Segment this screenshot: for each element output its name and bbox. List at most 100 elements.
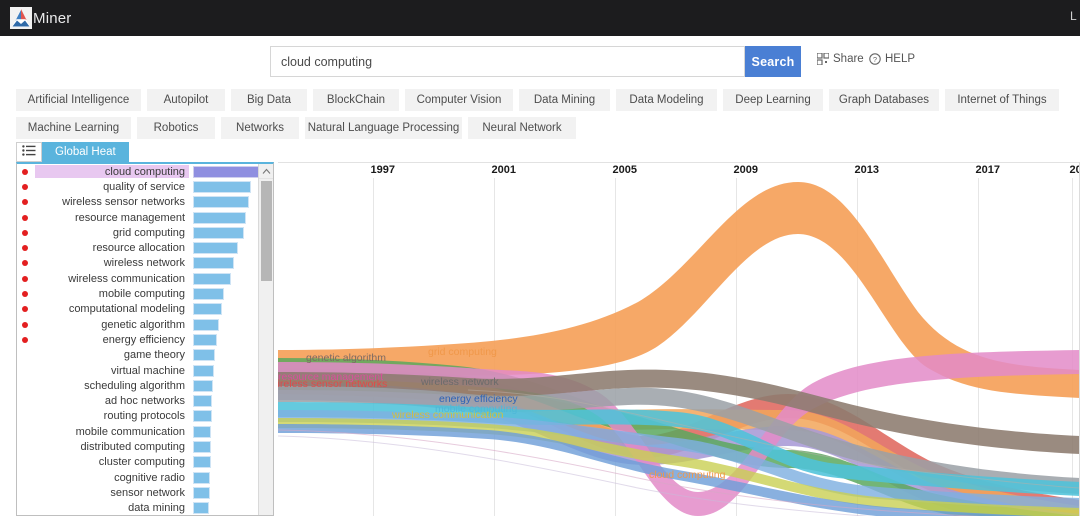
keyword-list-scrollbar[interactable] bbox=[258, 164, 273, 515]
topic-tag-robotics[interactable]: Robotics bbox=[137, 117, 215, 139]
keyword-label: mobile communication bbox=[75, 425, 185, 438]
keyword-label-wrap: wireless sensor networks bbox=[35, 196, 189, 209]
keyword-label-wrap: quality of service bbox=[35, 180, 189, 193]
keyword-row[interactable]: energy efficiency bbox=[17, 332, 259, 347]
tab-global-heat[interactable]: Global Heat bbox=[42, 142, 129, 162]
scroll-up-button[interactable] bbox=[259, 164, 273, 179]
keyword-label: virtual machine bbox=[111, 364, 185, 377]
keyword-frequency-bar bbox=[193, 456, 211, 469]
keyword-label-wrap: cognitive radio bbox=[35, 471, 189, 484]
keyword-label-wrap: energy efficiency bbox=[35, 333, 189, 346]
keyword-row[interactable]: game theory bbox=[17, 348, 259, 363]
topic-tag-row-1: Artificial Intelligence Autopilot Big Data… bbox=[0, 89, 1080, 111]
keyword-label: distributed computing bbox=[80, 440, 185, 453]
keyword-label: quality of service bbox=[103, 180, 185, 193]
question-circle-icon: ? bbox=[869, 53, 881, 65]
chevron-up-icon bbox=[262, 168, 271, 174]
topic-tag-autopilot[interactable]: Autopilot bbox=[147, 89, 225, 111]
keyword-label: sensor network bbox=[110, 486, 185, 499]
stream-label-wireless-network: wireless network bbox=[421, 376, 499, 388]
keyword-label-wrap: game theory bbox=[35, 349, 189, 362]
keyword-label-wrap: cloud computing bbox=[35, 165, 189, 179]
keyword-marker-dot bbox=[22, 199, 28, 206]
topic-tag-computer-vision[interactable]: Computer Vision bbox=[405, 89, 513, 111]
brand-logo-link[interactable]: Miner bbox=[10, 7, 72, 29]
keyword-row[interactable]: distributed computing bbox=[17, 439, 259, 454]
keyword-frequency-bar bbox=[193, 379, 213, 392]
keyword-row[interactable]: data mining bbox=[17, 501, 259, 515]
keyword-row[interactable]: cognitive radio bbox=[17, 470, 259, 485]
keyword-label-wrap: distributed computing bbox=[35, 440, 189, 453]
share-button[interactable]: Share bbox=[816, 52, 864, 66]
keyword-row[interactable]: mobile computing bbox=[17, 286, 259, 301]
help-button[interactable]: ? HELP bbox=[869, 53, 915, 65]
keyword-marker-dot bbox=[22, 229, 28, 236]
stream-label-grid-computing: grid computing bbox=[428, 346, 497, 358]
keyword-label: cloud computing bbox=[104, 165, 185, 178]
topic-tag-neural-network[interactable]: Neural Network bbox=[468, 117, 576, 139]
keyword-label: resource management bbox=[74, 211, 185, 224]
keyword-row[interactable]: ad hoc networks bbox=[17, 393, 259, 408]
keyword-frequency-bar bbox=[193, 257, 234, 270]
keyword-row[interactable]: wireless sensor networks bbox=[17, 195, 259, 210]
keyword-label-wrap: wireless communication bbox=[35, 272, 189, 285]
keyword-marker-dot bbox=[22, 214, 28, 221]
stream-graph-svg bbox=[278, 182, 1080, 516]
keyword-row[interactable]: grid computing bbox=[17, 225, 259, 240]
topic-tag-internet-of-things[interactable]: Internet of Things bbox=[945, 89, 1059, 111]
keyword-marker-dot bbox=[22, 291, 28, 298]
keyword-row[interactable]: genetic algorithm bbox=[17, 317, 259, 332]
keyword-row[interactable]: wireless communication bbox=[17, 271, 259, 286]
topic-tag-networks[interactable]: Networks bbox=[221, 117, 299, 139]
topic-tag-row-2: Machine Learning Robotics Networks Natural … bbox=[0, 117, 1080, 139]
scrollbar-thumb[interactable] bbox=[261, 181, 272, 281]
topic-tag-artificial-intelligence[interactable]: Artificial Intelligence bbox=[16, 89, 141, 111]
topic-tag-big-data[interactable]: Big Data bbox=[231, 89, 307, 111]
keyword-row[interactable]: mobile communication bbox=[17, 424, 259, 439]
topic-tag-data-mining[interactable]: Data Mining bbox=[519, 89, 610, 111]
topic-tag-blockchain[interactable]: BlockChain bbox=[313, 89, 399, 111]
keyword-row[interactable]: sensor network bbox=[17, 485, 259, 500]
keyword-frequency-bar bbox=[193, 303, 222, 316]
keyword-label-wrap: resource allocation bbox=[35, 242, 189, 255]
keyword-frequency-bar bbox=[193, 318, 219, 331]
keyword-marker-dot bbox=[22, 306, 28, 313]
topic-tag-graph-databases[interactable]: Graph Databases bbox=[829, 89, 939, 111]
keyword-frequency-bar bbox=[193, 364, 214, 377]
keyword-row[interactable]: scheduling algorithm bbox=[17, 378, 259, 393]
keyword-row[interactable]: wireless network bbox=[17, 256, 259, 271]
keyword-row[interactable]: cloud computing bbox=[17, 164, 264, 179]
keyword-row[interactable]: routing protocols bbox=[17, 409, 259, 424]
stream-label-cloud-computing: cloud computing bbox=[649, 469, 726, 481]
keyword-row[interactable]: cluster computing bbox=[17, 455, 259, 470]
keyword-label-wrap: ad hoc networks bbox=[35, 395, 189, 408]
keyword-row[interactable]: quality of service bbox=[17, 179, 259, 194]
list-view-button[interactable] bbox=[16, 142, 42, 162]
keyword-label-wrap: mobile computing bbox=[35, 288, 189, 301]
keyword-frequency-bar bbox=[193, 502, 209, 515]
topic-tag-data-modeling[interactable]: Data Modeling bbox=[616, 89, 717, 111]
keyword-row[interactable]: virtual machine bbox=[17, 363, 259, 378]
keyword-label-wrap: sensor network bbox=[35, 486, 189, 499]
search-button[interactable]: Search bbox=[745, 46, 801, 77]
keyword-label: mobile computing bbox=[98, 288, 185, 301]
keyword-marker-dot bbox=[22, 321, 28, 328]
keyword-row[interactable]: resource allocation bbox=[17, 240, 259, 255]
keyword-label: data mining bbox=[128, 502, 185, 515]
keyword-row[interactable]: resource management bbox=[17, 210, 259, 225]
topic-tag-deep-learning[interactable]: Deep Learning bbox=[723, 89, 823, 111]
search-input[interactable] bbox=[270, 46, 745, 77]
keyword-frequency-bar bbox=[193, 333, 217, 346]
tab-bar: Global Heat bbox=[0, 142, 1080, 162]
keyword-label: routing protocols bbox=[103, 410, 185, 423]
keyword-row[interactable]: computational modeling bbox=[17, 302, 259, 317]
keyword-label: wireless network bbox=[103, 257, 185, 270]
topic-tag-natural-language-processing[interactable]: Natural Language Processing bbox=[305, 117, 462, 139]
login-link[interactable]: L bbox=[1070, 9, 1078, 23]
keyword-list-panel: cloud computing quality of service wireles… bbox=[16, 162, 274, 516]
topic-tag-machine-learning[interactable]: Machine Learning bbox=[16, 117, 131, 139]
top-header-bar: Miner L bbox=[0, 0, 1080, 36]
keyword-frequency-bar bbox=[193, 272, 231, 285]
qr-code-icon bbox=[816, 52, 830, 66]
keyword-frequency-bar bbox=[193, 226, 244, 239]
